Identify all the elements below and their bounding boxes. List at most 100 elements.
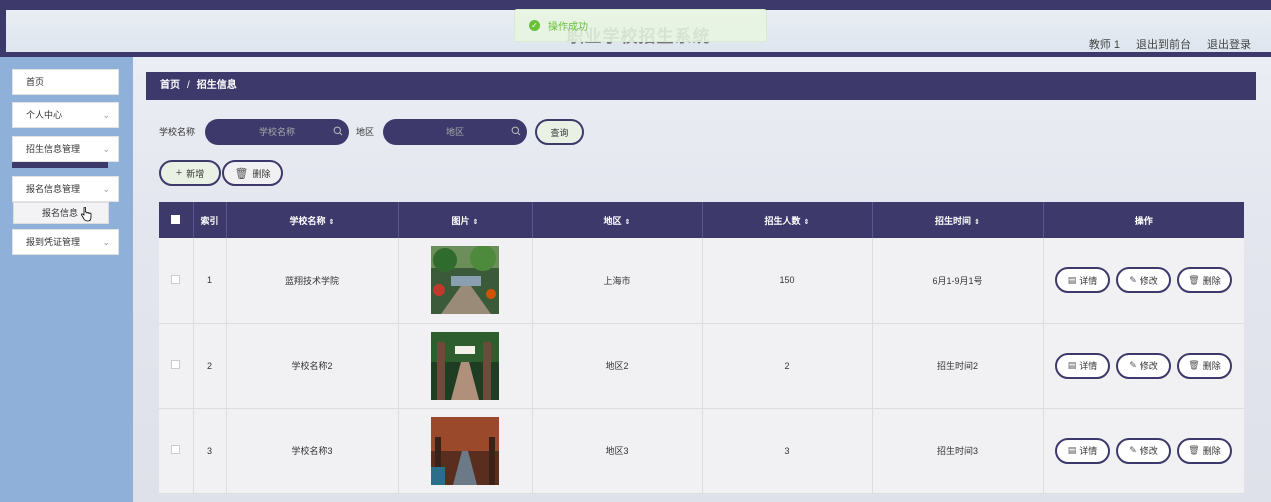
plus-icon: + bbox=[175, 167, 183, 179]
select-all-checkbox[interactable] bbox=[171, 214, 181, 224]
cell-region: 上海市 bbox=[532, 238, 703, 324]
table-header-row: 索引 学校名称 ⇕ 图片 ⇕ 地区 ⇕ 招生人数 ⇕ 招生时间 ⇕ 操作 bbox=[159, 202, 1244, 238]
trash-icon: 🗑 bbox=[1188, 274, 1200, 285]
add-button-label: 新增 bbox=[186, 168, 205, 179]
add-button[interactable]: + 新增 bbox=[159, 160, 221, 186]
school-name-input[interactable] bbox=[205, 119, 349, 145]
col-header-region[interactable]: 地区 ⇕ bbox=[532, 202, 703, 238]
trash-icon: 🗑 bbox=[234, 167, 249, 180]
region-input[interactable] bbox=[383, 119, 527, 145]
delete-button-label: 删除 bbox=[252, 168, 271, 179]
chevron-down-icon: ⌄ bbox=[102, 184, 110, 194]
logout-link[interactable]: 退出登录 bbox=[1207, 36, 1251, 52]
row-delete-button[interactable]: 🗑 删除 bbox=[1177, 267, 1232, 294]
cell-time: 6月1-9月1号 bbox=[872, 238, 1044, 324]
breadcrumb-home[interactable]: 首页 bbox=[160, 80, 180, 91]
detail-button[interactable]: ▤ 详情 bbox=[1055, 267, 1110, 294]
col-header-label: 招生人数 bbox=[764, 215, 801, 226]
col-header-index: 索引 bbox=[193, 202, 227, 238]
cell-region: 地区3 bbox=[532, 408, 703, 494]
delete-button[interactable]: 🗑 删除 bbox=[222, 160, 283, 186]
sort-icon: ⇕ bbox=[974, 218, 980, 226]
cell-image bbox=[398, 238, 533, 324]
sort-icon: ⇕ bbox=[328, 218, 335, 226]
submenu-item-registration[interactable]: 报名信息 bbox=[13, 202, 109, 224]
col-header-label: 地区 bbox=[603, 215, 622, 226]
campus-photo-image bbox=[431, 416, 499, 485]
document-icon: ▤ bbox=[1067, 274, 1077, 285]
user-name-link[interactable]: 教师 1 bbox=[1089, 36, 1120, 52]
edit-button[interactable]: ✎ 修改 bbox=[1116, 352, 1171, 379]
edit-button-label: 修改 bbox=[1139, 275, 1158, 286]
cell-count: 2 bbox=[702, 323, 873, 409]
active-menu-indicator bbox=[12, 162, 108, 168]
sidebar-item-report-certificate[interactable]: 报到凭证管理 ⌄ bbox=[12, 229, 119, 255]
sidebar: 首页 个人中心 ⌄ 招生信息管理 ⌄ 报名信息管理 ⌄ 报到凭证管理 ⌄ bbox=[0, 57, 133, 502]
campus-photo-image bbox=[431, 331, 499, 400]
query-button-label: 查询 bbox=[550, 127, 569, 138]
check-circle-icon: ✓ bbox=[529, 20, 540, 31]
sidebar-item-registration-info[interactable]: 报名信息管理 ⌄ bbox=[12, 176, 119, 202]
sidebar-item-label: 招生信息管理 bbox=[26, 144, 81, 154]
row-checkbox[interactable] bbox=[171, 274, 181, 284]
school-name-label: 学校名称 bbox=[159, 127, 196, 137]
back-to-front-link[interactable]: 退出到前台 bbox=[1136, 36, 1191, 52]
row-delete-button[interactable]: 🗑 删除 bbox=[1177, 437, 1232, 464]
delete-button-label: 删除 bbox=[1202, 275, 1221, 286]
row-select-cell bbox=[159, 408, 194, 494]
search-icon bbox=[511, 126, 521, 136]
sort-icon: ⇕ bbox=[624, 218, 631, 226]
cell-image bbox=[398, 323, 533, 409]
table-row: 3 学校名称3 地区3 3 招生时间3 ▤ 详情 ✎ 修改 🗑 删除 bbox=[159, 408, 1244, 494]
hand-cursor-icon bbox=[80, 207, 92, 222]
breadcrumb-separator: / bbox=[187, 80, 190, 91]
edit-button-label: 修改 bbox=[1139, 361, 1158, 371]
document-icon: ▤ bbox=[1067, 445, 1077, 455]
sidebar-item-enrollment-info[interactable]: 招生信息管理 ⌄ bbox=[12, 136, 119, 162]
search-icon bbox=[333, 126, 343, 136]
trash-icon: 🗑 bbox=[1188, 445, 1200, 455]
edit-button[interactable]: ✎ 修改 bbox=[1116, 267, 1171, 294]
col-header-label: 招生时间 bbox=[935, 215, 972, 226]
sidebar-item-label: 报到凭证管理 bbox=[26, 237, 81, 247]
breadcrumb: 首页 / 招生信息 bbox=[146, 72, 1256, 100]
col-header-time[interactable]: 招生时间 ⇕ bbox=[872, 202, 1044, 238]
sidebar-item-home[interactable]: 首页 bbox=[12, 69, 119, 95]
breadcrumb-current: 招生信息 bbox=[196, 80, 237, 91]
chevron-down-icon: ⌄ bbox=[102, 237, 110, 247]
cell-count: 150 bbox=[702, 238, 873, 324]
col-header-school[interactable]: 学校名称 ⇕ bbox=[226, 202, 399, 238]
cell-index: 1 bbox=[193, 238, 227, 324]
col-header-image[interactable]: 图片 ⇕ bbox=[398, 202, 533, 238]
sidebar-item-label: 首页 bbox=[26, 77, 45, 87]
select-all-cell bbox=[159, 202, 194, 238]
success-toast: ✓ 操作成功 bbox=[514, 9, 767, 42]
delete-button-label: 删除 bbox=[1202, 361, 1221, 371]
detail-button[interactable]: ▤ 详情 bbox=[1055, 352, 1110, 379]
detail-button-label: 详情 bbox=[1079, 275, 1098, 286]
data-table: 索引 学校名称 ⇕ 图片 ⇕ 地区 ⇕ 招生人数 ⇕ 招生时间 ⇕ 操作 1 蓝翔技术学院 bbox=[159, 202, 1244, 502]
sidebar-item-personal-center[interactable]: 个人中心 ⌄ bbox=[12, 102, 119, 128]
row-delete-button[interactable]: 🗑 删除 bbox=[1177, 352, 1232, 379]
col-header-label: 学校名称 bbox=[289, 215, 326, 226]
cell-region: 地区2 bbox=[532, 323, 703, 409]
cell-time: 招生时间2 bbox=[872, 323, 1044, 409]
delete-button-label: 删除 bbox=[1202, 446, 1221, 456]
query-button[interactable]: 查询 bbox=[535, 119, 584, 145]
sidebar-item-label: 报名信息管理 bbox=[26, 184, 81, 194]
row-checkbox[interactable] bbox=[171, 360, 181, 369]
document-icon: ▤ bbox=[1067, 360, 1077, 370]
edit-button[interactable]: ✎ 修改 bbox=[1116, 437, 1171, 464]
cell-actions: ▤ 详情 ✎ 修改 🗑 删除 bbox=[1043, 238, 1244, 324]
header-links: 教师 1 退出到前台 退出登录 bbox=[1089, 36, 1251, 52]
toast-message: 操作成功 bbox=[548, 22, 588, 33]
col-header-count[interactable]: 招生人数 ⇕ bbox=[702, 202, 873, 238]
cell-actions: ▤ 详情 ✎ 修改 🗑 删除 bbox=[1043, 323, 1244, 409]
row-select-cell bbox=[159, 238, 194, 324]
col-header-label: 图片 bbox=[451, 215, 470, 226]
table-row: 1 蓝翔技术学院 上海市 150 6月1-9月1号 ▤ 详情 ✎ 修改 🗑 删除 bbox=[159, 238, 1244, 324]
cell-index: 2 bbox=[193, 323, 227, 409]
row-checkbox[interactable] bbox=[171, 445, 181, 454]
detail-button[interactable]: ▤ 详情 bbox=[1055, 437, 1110, 464]
campus-photo-image bbox=[431, 246, 499, 315]
